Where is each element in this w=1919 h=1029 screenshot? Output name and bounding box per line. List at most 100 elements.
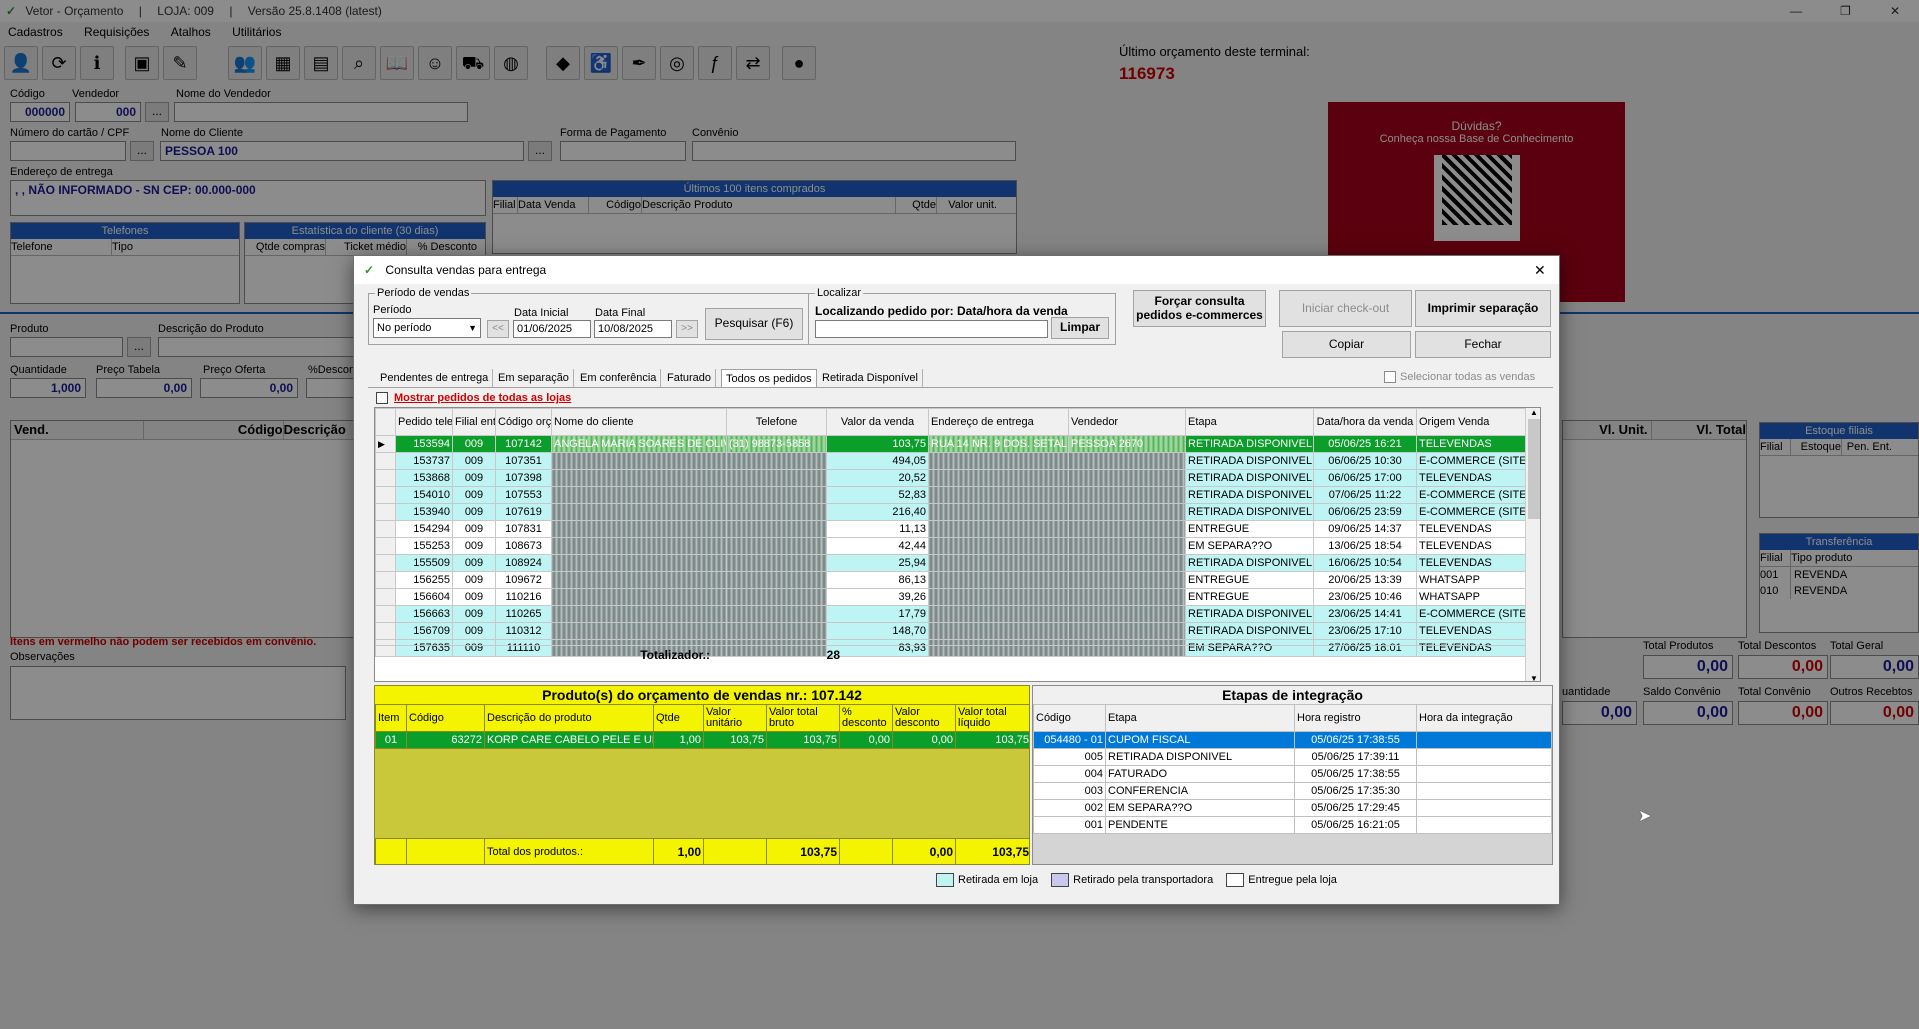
venda-row[interactable]: 154294009107831RADA MAYRA SILVA ARAUJO(3…: [375, 520, 1540, 538]
vendas-grid[interactable]: Pedido televendas Filial entrega Código …: [374, 407, 1541, 682]
mostrar-todas-checkbox[interactable]: Mostrar pedidos de todas as lojas: [376, 392, 571, 405]
venda-row[interactable]: 153868009107398LUCIANA DE PAULA LIMA PUN…: [375, 469, 1540, 487]
col-etapa-codigo[interactable]: Código: [1033, 704, 1106, 732]
produtos-header: Item Código Descrição do produto Qtde Va…: [375, 704, 1029, 732]
etapa-integ: [1416, 816, 1552, 834]
col-valor-venda[interactable]: Valor da venda: [826, 408, 929, 436]
iniciar-checkout-button[interactable]: Iniciar check-out: [1279, 290, 1412, 327]
col-hora-registro[interactable]: Hora registro: [1294, 704, 1417, 732]
etapas-title: Etapas de integração: [1033, 686, 1552, 704]
data-final-field[interactable]: 10/08/2025: [594, 320, 672, 338]
venda-etapa: RETIRADA DISPONIVEL: [1185, 469, 1314, 487]
selecionar-todas-checkbox[interactable]: Selecionar todas as vendas: [1384, 371, 1535, 384]
scroll-up-icon[interactable]: ▲: [1526, 408, 1540, 417]
imprimir-separacao-button[interactable]: Imprimir separação: [1415, 290, 1551, 327]
venda-row[interactable]: 155509009108924DUDA MARIA VIEIRA DE SOUZ…: [375, 554, 1540, 572]
forcar-consulta-button[interactable]: Forçar consulta pedidos e-commerces: [1133, 290, 1266, 327]
col-telefone[interactable]: Telefone: [726, 408, 827, 436]
scroll-thumb[interactable]: [1528, 419, 1540, 519]
venda-valor: 11,13: [826, 520, 929, 538]
venda-valor: 20,52: [826, 469, 929, 487]
venda-row[interactable]: 153737009107351GEOVANA APARECIDA SILVINO…: [375, 452, 1540, 470]
copiar-button[interactable]: Copiar: [1282, 331, 1411, 358]
pesquisar-button[interactable]: Pesquisar (F6): [705, 308, 803, 340]
venda-row[interactable]: 156663009110265ISABELLA MENDONCA 17,79RUA…: [375, 605, 1540, 623]
data-inicial-field[interactable]: 01/06/2025: [513, 320, 591, 338]
localizar-input[interactable]: [815, 320, 1048, 338]
venda-row[interactable]: 154010009107553BRUNA BARRELI(34) 99965-4…: [375, 486, 1540, 504]
col-data-hora-venda[interactable]: Data/hora da venda: [1313, 408, 1417, 436]
venda-tel: (34) 99965-4575: [726, 486, 827, 504]
prev-period-button[interactable]: <<: [487, 320, 509, 338]
venda-end: RUA 01 NR. 8 117, CENTRO: [928, 639, 1069, 657]
produto-valor-bruto: 103,75: [766, 731, 840, 749]
col-hora-integracao[interactable]: Hora da integração: [1416, 704, 1552, 732]
venda-row[interactable]: 156604009110216VALERIA APARECIDA DE SOUZ…: [375, 588, 1540, 606]
etapa-row[interactable]: 001 PENDENTE 05/06/25 16:21:05: [1033, 816, 1552, 834]
tab-faturado[interactable]: Faturado: [663, 369, 717, 387]
produto-item: 01: [375, 731, 407, 749]
venda-orc: 108924: [495, 554, 552, 572]
venda-row[interactable]: ▶ 153594 009 107142 ANGELA MARIA SOARES DE O…: [375, 435, 1540, 453]
col-nome-cliente[interactable]: Nome do cliente: [551, 408, 727, 436]
venda-orc: 111110: [495, 639, 552, 657]
vendas-scrollbar[interactable]: ▲ ▼: [1525, 408, 1540, 681]
legend: Retirada em loja Retirado pela transport…: [936, 873, 1337, 887]
venda-row[interactable]: 157635009111110MARIANE APARECIDA DA SILV…: [375, 639, 1540, 657]
periodo-select[interactable]: No período ▼: [373, 318, 481, 338]
venda-row[interactable]: 156709009110312FRANCISCA ELIDIA SILVA(31…: [375, 622, 1540, 640]
venda-data: 23/06/25 14:41: [1313, 605, 1417, 623]
venda-origem: E-COMMERCE (SITE): [1416, 452, 1540, 470]
tab-em-conferencia[interactable]: Em conferência: [576, 369, 662, 387]
produto-row[interactable]: 01 63272 KORP CARE CABELO PELE E UN 1,00…: [375, 731, 1029, 749]
etapa-hora: 05/06/25 16:21:05: [1294, 816, 1417, 834]
col-etapa[interactable]: Etapa: [1185, 408, 1314, 436]
col-endereco-entrega[interactable]: Endereço de entrega: [928, 408, 1069, 436]
etapa-row[interactable]: 004 FATURADO 05/06/25 17:38:55: [1033, 765, 1552, 783]
etapa-codigo: 003: [1033, 782, 1106, 800]
col-qtde-produto[interactable]: Qtde: [653, 704, 704, 732]
col-valor-desconto[interactable]: Valor desconto: [892, 704, 956, 732]
col-valor-total-liquido[interactable]: Valor total líquido: [955, 704, 1029, 732]
venda-data: 06/06/25 10:30: [1313, 452, 1417, 470]
col-vendedor[interactable]: Vendedor: [1068, 408, 1186, 436]
etapa-row[interactable]: 002 EM SEPARA??O 05/06/25 17:29:45: [1033, 799, 1552, 817]
dialog-close-icon[interactable]: ✕: [1534, 256, 1546, 284]
produto-valor-unitario: 103,75: [703, 731, 767, 749]
venda-pedido: 155253: [395, 537, 453, 555]
tab-pendentes[interactable]: Pendentes de entrega: [376, 369, 494, 387]
col-item[interactable]: Item: [375, 704, 407, 732]
etapa-row[interactable]: 054480 - 01 CUPOM FISCAL 05/06/25 17:38:55: [1033, 731, 1552, 749]
venda-row[interactable]: 155253009108673MARCOS ANTONIO(31) 98167-…: [375, 537, 1540, 555]
etapa-row[interactable]: 003 CONFERENCIA 05/06/25 17:35:30: [1033, 782, 1552, 800]
venda-filial: 009: [452, 452, 496, 470]
scroll-down-icon[interactable]: ▼: [1526, 674, 1540, 681]
next-period-button[interactable]: >>: [676, 320, 698, 338]
col-codigo-produto[interactable]: Código: [406, 704, 485, 732]
col-codigo-orcamento[interactable]: Código orçamento: [495, 408, 552, 436]
col-filial-entrega[interactable]: Filial entrega: [452, 408, 496, 436]
fechar-button[interactable]: Fechar: [1415, 331, 1551, 358]
col-etapa[interactable]: Etapa: [1105, 704, 1295, 732]
tab-retirada-disponivel[interactable]: Retirada Disponível: [818, 369, 923, 387]
col-valor-total-bruto[interactable]: Valor total bruto: [766, 704, 840, 732]
venda-row[interactable]: 153940009107619MARIA MOURA 216,40RUA CINC…: [375, 503, 1540, 521]
venda-data: 06/06/25 23:59: [1313, 503, 1417, 521]
etapa-row[interactable]: 005 RETIRADA DISPONIVEL 05/06/25 17:39:11: [1033, 748, 1552, 766]
produto-qtde: 1,00: [653, 731, 704, 749]
col-origem-venda[interactable]: Origem Venda: [1416, 408, 1540, 436]
col-pedido-televendas[interactable]: Pedido televendas: [395, 408, 453, 436]
venda-row[interactable]: 156255009109672HAMSE SOUTO SILVEIRA(31) …: [375, 571, 1540, 589]
data-final-label: Data Final: [595, 307, 646, 319]
col-valor-unitario[interactable]: Valor unitário: [703, 704, 767, 732]
venda-valor: 216,40: [826, 503, 929, 521]
col-pct-desconto[interactable]: % desconto: [839, 704, 893, 732]
etapa-hora: 05/06/25 17:29:45: [1294, 799, 1417, 817]
tab-em-separacao[interactable]: Em separação: [494, 369, 574, 387]
tab-todos-os-pedidos[interactable]: Todos os pedidos: [721, 369, 817, 387]
legend-retirada-loja: Retirada em loja: [958, 873, 1039, 886]
col-descricao-produto[interactable]: Descrição do produto: [484, 704, 654, 732]
venda-valor: 103,75: [826, 435, 929, 453]
limpar-button[interactable]: Limpar: [1051, 317, 1109, 339]
periodo-group-caption: Período de vendas: [375, 287, 472, 299]
